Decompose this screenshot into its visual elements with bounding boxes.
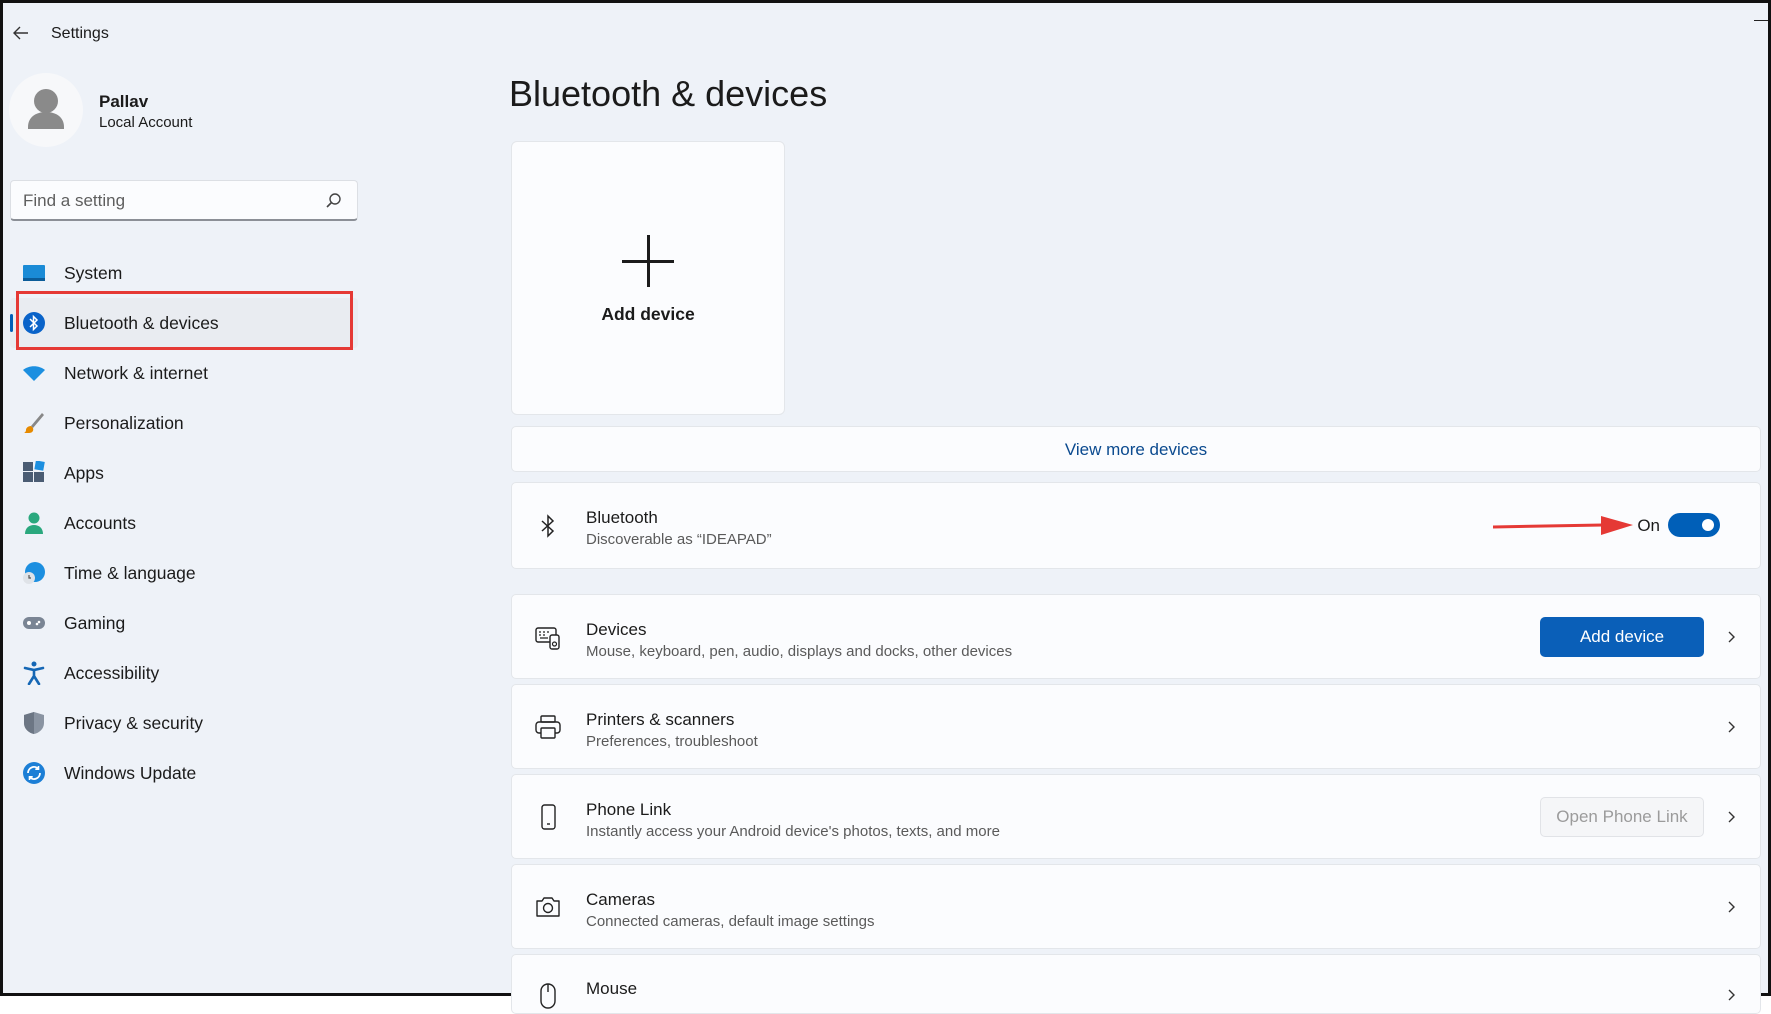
app-title: Settings [51, 25, 109, 42]
accounts-icon [25, 512, 43, 534]
sidebar-item-label: Network & internet [64, 363, 208, 383]
wifi-icon [23, 366, 45, 381]
title-bar: Settings [3, 3, 1768, 59]
sidebar-item-label: Windows Update [64, 763, 197, 783]
printers-subtitle: Preferences, troubleshoot [586, 733, 758, 750]
bluetooth-icon [23, 312, 45, 334]
settings-window: Settings Pallav Local Account Find a set… [0, 0, 1771, 1014]
sidebar-item-personalization[interactable]: Personalization [10, 398, 358, 448]
cameras-title: Cameras [586, 890, 655, 909]
sidebar-item-label: System [64, 263, 123, 283]
sidebar-item-network-internet[interactable]: Network & internet [10, 348, 358, 398]
minimize-button[interactable] [1754, 20, 1768, 21]
sidebar-item-label: Accessibility [64, 663, 160, 683]
sidebar-item-windows-update[interactable]: Windows Update [10, 748, 358, 798]
annotation-arrow-icon [1493, 516, 1633, 535]
system-icon [23, 265, 45, 281]
phone-icon [541, 804, 556, 830]
devices-card[interactable]: Devices Mouse, keyboard, pen, audio, dis… [511, 594, 1761, 679]
page-title: Bluetooth & devices [509, 73, 828, 114]
sidebar-nav: System Bluetooth & devices Network & int… [10, 248, 358, 798]
search-icon [326, 193, 341, 208]
bluetooth-state-label: On [1637, 516, 1660, 535]
printers-title: Printers & scanners [586, 710, 735, 729]
devices-icon [535, 627, 560, 650]
devices-subtitle: Mouse, keyboard, pen, audio, displays an… [586, 643, 1013, 660]
printers-scanners-card[interactable]: Printers & scanners Preferences, trouble… [511, 684, 1761, 769]
sidebar-item-privacy-security[interactable]: Privacy & security [10, 698, 358, 748]
chevron-right-icon [1728, 631, 1735, 643]
phone-link-title: Phone Link [586, 800, 672, 819]
profile-name: Pallav [99, 92, 149, 111]
mouse-title: Mouse [586, 979, 638, 998]
globe-clock-icon [23, 562, 45, 584]
chevron-right-icon [1728, 901, 1735, 913]
bluetooth-toggle[interactable] [1668, 513, 1720, 537]
mouse-card[interactable]: Mouse [511, 954, 1761, 1014]
mouse-icon [540, 983, 556, 1009]
user-avatar-icon [28, 89, 64, 129]
open-phone-link-button[interactable]: Open Phone Link [1540, 797, 1704, 837]
accessibility-icon [23, 661, 45, 685]
phone-link-card[interactable]: Phone Link Instantly access your Android… [511, 774, 1761, 859]
brush-icon [24, 413, 44, 433]
sidebar-item-label: Privacy & security [64, 713, 204, 733]
sidebar-item-accounts[interactable]: Accounts [10, 498, 358, 548]
plus-icon [622, 235, 674, 287]
phone-link-subtitle: Instantly access your Android device's p… [586, 823, 1000, 840]
add-device-tile[interactable]: Add device [511, 141, 785, 415]
add-device-tile-label: Add device [601, 304, 695, 324]
sidebar-item-label: Bluetooth & devices [64, 313, 219, 333]
back-arrow-icon [13, 26, 28, 40]
shield-icon [24, 712, 44, 734]
chevron-right-icon [1728, 989, 1735, 1001]
gamepad-icon [23, 617, 45, 629]
cameras-card[interactable]: Cameras Connected cameras, default image… [511, 864, 1761, 949]
view-more-devices-label: View more devices [1064, 440, 1208, 459]
sidebar-item-bluetooth-devices[interactable]: Bluetooth & devices [10, 298, 358, 348]
sidebar-item-label: Personalization [64, 413, 184, 433]
camera-icon [536, 897, 560, 917]
cameras-subtitle: Connected cameras, default image setting… [586, 913, 875, 930]
view-more-devices-link[interactable]: View more devices [511, 426, 1761, 472]
sidebar-item-system[interactable]: System [10, 248, 358, 298]
chevron-right-icon [1728, 811, 1735, 823]
sidebar-item-label: Time & language [64, 563, 196, 583]
chevron-right-icon [1728, 721, 1735, 733]
sidebar-item-label: Apps [64, 463, 104, 483]
back-button[interactable] [9, 21, 33, 45]
add-device-button[interactable]: Add device [1540, 617, 1704, 657]
bluetooth-title: Bluetooth [586, 508, 658, 527]
search-input[interactable]: Find a setting [10, 180, 358, 221]
avatar [9, 73, 83, 147]
bluetooth-subtitle: Discoverable as “IDEAPAD” [586, 531, 772, 548]
sidebar-item-label: Accounts [64, 513, 136, 533]
sidebar-item-label: Gaming [64, 613, 126, 633]
profile-account-type: Local Account [99, 114, 193, 131]
update-icon [23, 762, 45, 784]
printer-icon [535, 715, 561, 739]
sidebar-item-accessibility[interactable]: Accessibility [10, 648, 358, 698]
user-profile[interactable]: Pallav Local Account [9, 73, 409, 149]
sidebar-item-time-language[interactable]: Time & language [10, 548, 358, 598]
apps-icon [23, 461, 45, 482]
sidebar-item-gaming[interactable]: Gaming [10, 598, 358, 648]
search-placeholder: Find a setting [23, 191, 126, 210]
bluetooth-icon [541, 514, 555, 538]
sidebar-item-apps[interactable]: Apps [10, 448, 358, 498]
devices-title: Devices [586, 620, 647, 639]
